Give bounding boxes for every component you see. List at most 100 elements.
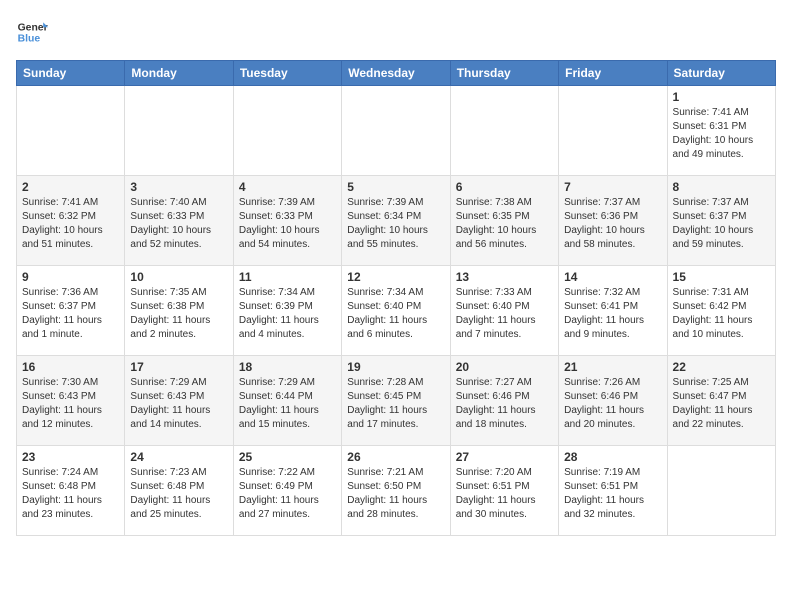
weekday-header-saturday: Saturday [667,61,775,86]
day-number: 17 [130,360,227,374]
day-info: Sunrise: 7:38 AM Sunset: 6:35 PM Dayligh… [456,196,553,252]
calendar-cell: 23 Sunrise: 7:24 AM Sunset: 6:48 PM Dayli… [17,446,125,536]
calendar-week-row: 9Sunrise: 7:36 AM Sunset: 6:37 PM Daylig… [17,266,776,356]
day-number: 9 [22,270,119,284]
calendar-cell: 27 Sunrise: 7:20 AM Sunset: 6:51 PM Dayli… [450,446,558,536]
day-info: Sunrise: 7:20 AM Sunset: 6:51 PM Dayligh… [456,466,553,522]
day-number: 10 [130,270,227,284]
calendar-week-row: 16 Sunrise: 7:30 AM Sunset: 6:43 PM Dayli… [17,356,776,446]
calendar-table: SundayMondayTuesdayWednesdayThursdayFrid… [16,60,776,536]
calendar-cell: 1 Sunrise: 7:41 AM Sunset: 6:31 PM Daylig… [667,86,775,176]
calendar-cell: 2 Sunrise: 7:41 AM Sunset: 6:32 PM Daylig… [17,176,125,266]
calendar-header: SundayMondayTuesdayWednesdayThursdayFrid… [17,61,776,86]
calendar-cell: 19 Sunrise: 7:28 AM Sunset: 6:45 PM Dayli… [342,356,450,446]
calendar-cell: 11 Sunrise: 7:34 AM Sunset: 6:39 PM Dayli… [233,266,341,356]
day-number: 12 [347,270,444,284]
calendar-cell: 12 Sunrise: 7:34 AM Sunset: 6:40 PM Dayli… [342,266,450,356]
day-info: Sunrise: 7:27 AM Sunset: 6:46 PM Dayligh… [456,376,553,432]
day-number: 20 [456,360,553,374]
day-info: Sunrise: 7:23 AM Sunset: 6:48 PM Dayligh… [130,466,227,522]
day-number: 3 [130,180,227,194]
calendar-cell: 8 Sunrise: 7:37 AM Sunset: 6:37 PM Daylig… [667,176,775,266]
day-number: 28 [564,450,661,464]
calendar-cell: 10 Sunrise: 7:35 AM Sunset: 6:38 PM Dayli… [125,266,233,356]
day-number: 25 [239,450,336,464]
day-info: Sunrise: 7:24 AM Sunset: 6:48 PM Dayligh… [22,466,119,522]
calendar-cell: 26 Sunrise: 7:21 AM Sunset: 6:50 PM Dayli… [342,446,450,536]
weekday-header-row: SundayMondayTuesdayWednesdayThursdayFrid… [17,61,776,86]
day-info: Sunrise: 7:39 AM Sunset: 6:33 PM Dayligh… [239,196,336,252]
logo-icon: General Blue [16,16,48,48]
day-number: 21 [564,360,661,374]
day-number: 6 [456,180,553,194]
calendar-cell: 4 Sunrise: 7:39 AM Sunset: 6:33 PM Daylig… [233,176,341,266]
calendar-cell: 20 Sunrise: 7:27 AM Sunset: 6:46 PM Dayli… [450,356,558,446]
day-number: 5 [347,180,444,194]
calendar-cell: 17 Sunrise: 7:29 AM Sunset: 6:43 PM Dayli… [125,356,233,446]
day-info: Sunrise: 7:31 AM Sunset: 6:42 PM Dayligh… [673,286,770,342]
day-info: Sunrise: 7:41 AM Sunset: 6:32 PM Dayligh… [22,196,119,252]
weekday-header-friday: Friday [559,61,667,86]
day-number: 15 [673,270,770,284]
day-info: Sunrise: 7:32 AM Sunset: 6:41 PM Dayligh… [564,286,661,342]
calendar-cell [559,86,667,176]
weekday-header-sunday: Sunday [17,61,125,86]
day-number: 7 [564,180,661,194]
calendar-cell [233,86,341,176]
calendar-cell: 16 Sunrise: 7:30 AM Sunset: 6:43 PM Dayli… [17,356,125,446]
day-number: 22 [673,360,770,374]
day-number: 27 [456,450,553,464]
day-number: 11 [239,270,336,284]
day-info: Sunrise: 7:37 AM Sunset: 6:36 PM Dayligh… [564,196,661,252]
calendar-week-row: 2 Sunrise: 7:41 AM Sunset: 6:32 PM Daylig… [17,176,776,266]
calendar-cell: 14 Sunrise: 7:32 AM Sunset: 6:41 PM Dayli… [559,266,667,356]
day-number: 26 [347,450,444,464]
weekday-header-thursday: Thursday [450,61,558,86]
day-info: Sunrise: 7:33 AM Sunset: 6:40 PM Dayligh… [456,286,553,342]
day-info: Sunrise: 7:19 AM Sunset: 6:51 PM Dayligh… [564,466,661,522]
day-number: 1 [673,90,770,104]
calendar-cell: 22Sunrise: 7:25 AM Sunset: 6:47 PM Dayli… [667,356,775,446]
day-number: 18 [239,360,336,374]
calendar-cell: 21Sunrise: 7:26 AM Sunset: 6:46 PM Dayli… [559,356,667,446]
day-number: 14 [564,270,661,284]
calendar-cell: 24Sunrise: 7:23 AM Sunset: 6:48 PM Dayli… [125,446,233,536]
calendar-cell [125,86,233,176]
weekday-header-wednesday: Wednesday [342,61,450,86]
day-info: Sunrise: 7:35 AM Sunset: 6:38 PM Dayligh… [130,286,227,342]
calendar-cell [17,86,125,176]
calendar-cell: 18 Sunrise: 7:29 AM Sunset: 6:44 PM Dayli… [233,356,341,446]
day-number: 13 [456,270,553,284]
day-info: Sunrise: 7:34 AM Sunset: 6:39 PM Dayligh… [239,286,336,342]
calendar-cell: 6 Sunrise: 7:38 AM Sunset: 6:35 PM Daylig… [450,176,558,266]
logo: General Blue [16,16,48,48]
calendar-cell: 13 Sunrise: 7:33 AM Sunset: 6:40 PM Dayli… [450,266,558,356]
weekday-header-tuesday: Tuesday [233,61,341,86]
calendar-cell: 5Sunrise: 7:39 AM Sunset: 6:34 PM Daylig… [342,176,450,266]
day-number: 16 [22,360,119,374]
calendar-week-row: 23 Sunrise: 7:24 AM Sunset: 6:48 PM Dayli… [17,446,776,536]
day-info: Sunrise: 7:28 AM Sunset: 6:45 PM Dayligh… [347,376,444,432]
calendar-cell: 25 Sunrise: 7:22 AM Sunset: 6:49 PM Dayli… [233,446,341,536]
day-number: 8 [673,180,770,194]
calendar-cell: 9Sunrise: 7:36 AM Sunset: 6:37 PM Daylig… [17,266,125,356]
calendar-cell: 28 Sunrise: 7:19 AM Sunset: 6:51 PM Dayli… [559,446,667,536]
day-info: Sunrise: 7:40 AM Sunset: 6:33 PM Dayligh… [130,196,227,252]
day-number: 19 [347,360,444,374]
calendar-week-row: 1 Sunrise: 7:41 AM Sunset: 6:31 PM Daylig… [17,86,776,176]
day-info: Sunrise: 7:30 AM Sunset: 6:43 PM Dayligh… [22,376,119,432]
day-number: 23 [22,450,119,464]
day-info: Sunrise: 7:21 AM Sunset: 6:50 PM Dayligh… [347,466,444,522]
day-info: Sunrise: 7:37 AM Sunset: 6:37 PM Dayligh… [673,196,770,252]
calendar-body: 1 Sunrise: 7:41 AM Sunset: 6:31 PM Daylig… [17,86,776,536]
calendar-cell: 7 Sunrise: 7:37 AM Sunset: 6:36 PM Daylig… [559,176,667,266]
day-number: 2 [22,180,119,194]
day-info: Sunrise: 7:29 AM Sunset: 6:43 PM Dayligh… [130,376,227,432]
day-info: Sunrise: 7:22 AM Sunset: 6:49 PM Dayligh… [239,466,336,522]
calendar-cell: 3 Sunrise: 7:40 AM Sunset: 6:33 PM Daylig… [125,176,233,266]
day-info: Sunrise: 7:29 AM Sunset: 6:44 PM Dayligh… [239,376,336,432]
day-number: 4 [239,180,336,194]
svg-text:Blue: Blue [18,34,41,45]
day-info: Sunrise: 7:34 AM Sunset: 6:40 PM Dayligh… [347,286,444,342]
day-info: Sunrise: 7:41 AM Sunset: 6:31 PM Dayligh… [673,106,770,162]
